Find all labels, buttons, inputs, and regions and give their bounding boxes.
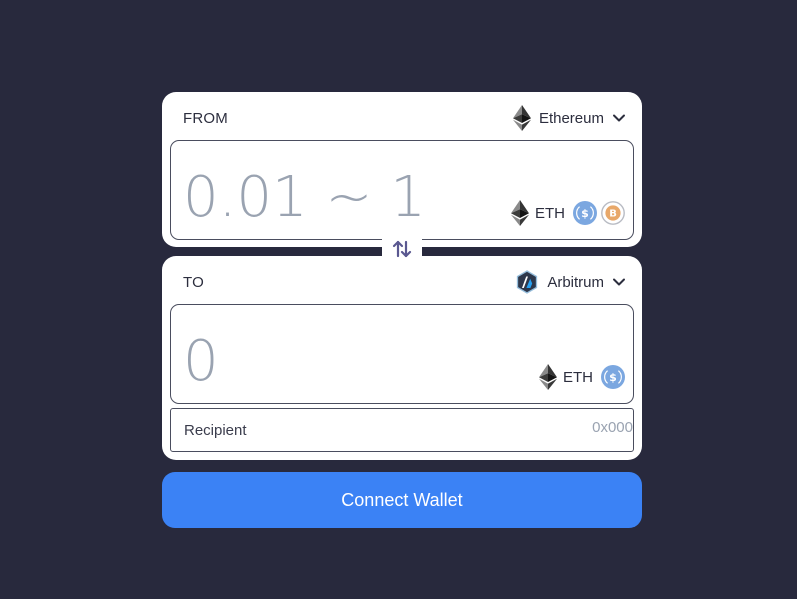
from-token-symbol: ETH <box>535 204 565 222</box>
to-chain-select[interactable]: Arbitrum <box>515 268 626 296</box>
recipient-input[interactable] <box>483 419 633 436</box>
swap-arrows-icon <box>391 239 413 264</box>
swap-button[interactable] <box>382 236 422 266</box>
connect-wallet-button[interactable]: Connect Wallet <box>162 472 642 528</box>
to-amount-input[interactable] <box>183 327 483 395</box>
svg-text:$: $ <box>609 371 617 384</box>
to-panel: TO Arbitrum 0 ETH $ Recipient 0x000 <box>162 256 642 460</box>
from-label: FROM <box>183 110 228 127</box>
recipient-label: Recipient <box>184 422 247 439</box>
from-token-selector[interactable]: ETH $ B <box>511 200 625 226</box>
ethereum-icon <box>511 200 529 226</box>
to-token-symbol: ETH <box>563 368 593 386</box>
ethereum-icon <box>512 105 531 131</box>
svg-text:$: $ <box>581 207 589 220</box>
to-label: TO <box>183 274 204 291</box>
to-token-selector[interactable]: ETH $ <box>539 364 625 390</box>
to-chain-name: Arbitrum <box>547 273 604 291</box>
svg-text:B: B <box>609 209 617 220</box>
bitcoin-icon[interactable]: B <box>601 201 625 225</box>
from-amount-input[interactable] <box>183 163 483 231</box>
chevron-down-icon <box>612 277 626 287</box>
usdc-icon[interactable]: $ <box>573 201 597 225</box>
from-amount-box: ETH $ B <box>170 140 634 240</box>
to-amount-box: ETH $ <box>170 304 634 404</box>
from-chain-name: Ethereum <box>538 109 604 127</box>
usdc-icon[interactable]: $ <box>601 365 625 389</box>
chevron-down-icon <box>612 113 626 123</box>
arbitrum-icon <box>515 270 539 294</box>
ethereum-icon <box>539 364 557 390</box>
from-panel: FROM Ethereum 0.01 ~ 1 ETH $ B <box>162 92 642 247</box>
recipient-field: Recipient <box>170 408 634 452</box>
from-chain-select[interactable]: Ethereum <box>512 104 626 132</box>
